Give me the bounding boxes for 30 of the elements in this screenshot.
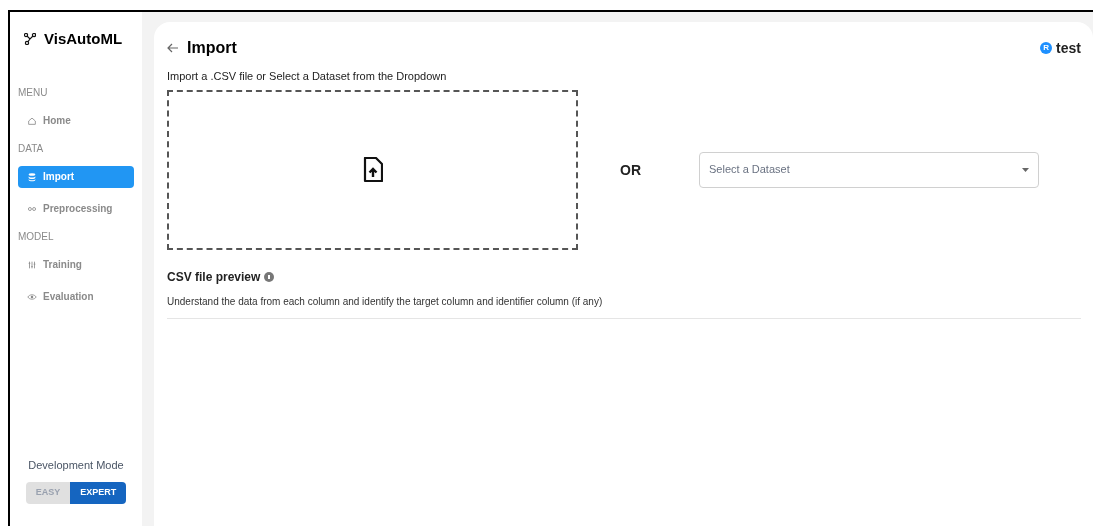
back-arrow-icon[interactable]: [167, 43, 179, 53]
instruction-text: Import a .CSV file or Select a Dataset from the Dropdown: [167, 69, 448, 84]
eye-icon: [27, 291, 37, 302]
app-title: VisAutoML: [44, 29, 123, 49]
page-title: Import: [187, 38, 237, 58]
mode-toggle-option[interactable]: EXPERT: [70, 482, 127, 504]
avatar: R: [1040, 42, 1053, 54]
nav-item[interactable]: Evaluation: [18, 285, 134, 308]
nav-item[interactable]: Training: [18, 253, 134, 276]
nav-item[interactable]: Import: [18, 165, 134, 188]
file-drop-zone[interactable]: [167, 89, 578, 250]
section-title: CSV file preview: [167, 268, 261, 286]
nav-section-label: MODEL: [18, 230, 55, 244]
user-menu[interactable]: R test: [1040, 37, 1081, 59]
info-icon[interactable]: [264, 271, 275, 282]
sliders-icon: [27, 259, 37, 270]
or-label: OR: [620, 161, 641, 180]
mode-toggle-option[interactable]: EASY: [25, 482, 71, 504]
nav-section-label: DATA: [18, 142, 45, 156]
nodes-icon: [24, 33, 36, 46]
nav-item[interactable]: Preprocessing: [18, 197, 134, 220]
nav-section-label: MENU: [18, 86, 49, 100]
dataset-select[interactable]: Select a Dataset: [699, 151, 1039, 188]
database-icon: [27, 171, 37, 182]
section-description: Understand the data from each column and identify the target column and identifier column (if any): [167, 293, 1081, 319]
home-icon: [27, 115, 37, 126]
mode-label: Development Mode: [28, 457, 124, 473]
nav-item[interactable]: Home: [18, 109, 134, 132]
file-upload-icon: [362, 156, 383, 183]
dropdown-caret-icon: [1022, 167, 1029, 172]
